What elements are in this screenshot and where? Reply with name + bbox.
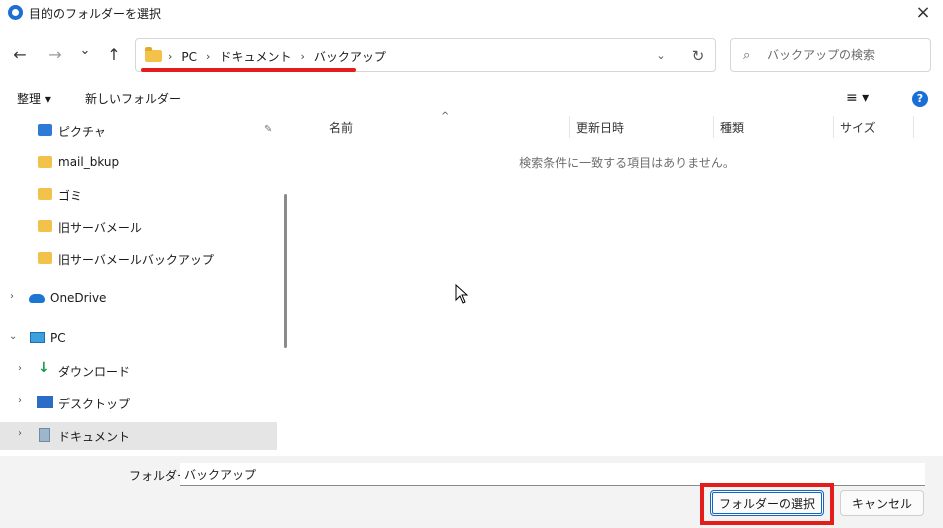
mouse-pointer-icon (455, 284, 469, 304)
column-divider[interactable] (713, 116, 714, 138)
computer-icon (30, 332, 45, 343)
pin-icon[interactable]: ✎ (264, 124, 272, 135)
chevron-down-icon[interactable]: ⌄ (652, 47, 670, 65)
sidebar-item-old-server-mail[interactable]: 旧サーバメール (0, 213, 277, 241)
sidebar-item-label: OneDrive (50, 291, 107, 305)
forward-arrow-icon[interactable]: → (44, 44, 66, 66)
sidebar-item-label: mail_bkup (58, 155, 120, 169)
address-bar[interactable]: › PC › ドキュメント › バックアップ ⌄ ↻ (135, 38, 716, 72)
chevron-right-icon[interactable]: › (18, 395, 22, 406)
back-arrow-icon[interactable]: ← (9, 44, 31, 66)
sidebar-item-mail-bkup[interactable]: mail_bkup (0, 149, 277, 177)
sidebar-item-label: デスクトップ (58, 397, 131, 411)
sidebar-scrollbar[interactable] (284, 194, 287, 348)
sidebar-item-label: ピクチャ (58, 125, 106, 139)
sidebar-item-pc[interactable]: ⌄ PC (0, 325, 277, 353)
navigation-pane: ピクチャ ✎ mail_bkup ゴミ 旧サーバメール 旧サーバメールバックアッ… (0, 114, 293, 456)
breadcrumb: › PC › ドキュメント › バックアップ (168, 48, 386, 65)
folder-icon (145, 47, 162, 62)
up-arrow-icon[interactable]: ↑ (103, 44, 125, 66)
chevron-right-icon[interactable]: › (18, 363, 22, 374)
desktop-icon (37, 396, 53, 408)
navigation-bar: ← → ⌄ ↑ › PC › ドキュメント › バックアップ ⌄ ↻ ⌕ (0, 34, 943, 78)
cancel-button[interactable]: キャンセル (840, 490, 924, 516)
empty-state-message: 検索条件に一致する項目はありません。 (519, 156, 735, 170)
search-input[interactable] (767, 46, 925, 64)
refresh-icon[interactable]: ↻ (688, 46, 708, 66)
window-title: 目的のフォルダーを選択 (29, 7, 162, 21)
breadcrumb-separator: › (206, 50, 211, 63)
breadcrumb-item-backup[interactable]: バックアップ (314, 48, 386, 65)
command-bar: 整理 ▾ 新しいフォルダー ≡ ▾ ? (0, 84, 943, 114)
download-icon: ↓ (38, 360, 50, 376)
breadcrumb-item-pc[interactable]: PC (181, 50, 197, 64)
title-bar: 目的のフォルダーを選択 × (0, 0, 943, 26)
dialog-footer: フォルダー: フォルダーの選択 キャンセル (0, 456, 943, 528)
column-header-size[interactable]: サイズ (840, 119, 876, 136)
sidebar-item-pictures[interactable]: ピクチャ ✎ (0, 117, 277, 145)
sidebar-item-gomi[interactable]: ゴミ (0, 181, 277, 209)
folder-icon (38, 156, 52, 168)
new-folder-button[interactable]: 新しいフォルダー (85, 90, 181, 107)
pictures-icon (38, 124, 52, 136)
folder-icon (38, 220, 52, 232)
sort-ascending-icon: ^ (441, 111, 450, 122)
sidebar-item-label: ドキュメント (58, 430, 131, 444)
app-icon (8, 5, 23, 20)
breadcrumb-separator: › (168, 50, 173, 63)
sidebar-item-old-server-mail-backup[interactable]: 旧サーバメールバックアップ (0, 245, 277, 273)
column-header-modified[interactable]: 更新日時 (576, 119, 624, 136)
search-icon: ⌕ (743, 48, 751, 63)
breadcrumb-separator: › (300, 50, 305, 63)
help-icon[interactable]: ? (912, 91, 928, 107)
column-divider[interactable] (569, 116, 570, 138)
cloud-icon (29, 294, 45, 303)
documents-icon (39, 428, 50, 442)
chevron-right-icon[interactable]: › (10, 291, 14, 302)
sidebar-item-documents[interactable]: › ドキュメント (0, 422, 277, 450)
organize-button[interactable]: 整理 ▾ (17, 90, 51, 107)
column-divider[interactable] (913, 116, 914, 138)
folder-icon (38, 188, 52, 200)
file-list-pane: ^ 名前 更新日時 種類 サイズ 検索条件に一致する項目はありません。 (293, 111, 943, 456)
breadcrumb-item-documents[interactable]: ドキュメント (219, 48, 291, 65)
sidebar-item-downloads[interactable]: › ↓ ダウンロード (0, 357, 277, 385)
search-box[interactable]: ⌕ (730, 38, 931, 72)
column-header-name[interactable]: 名前 (329, 119, 353, 136)
recent-locations-icon[interactable]: ⌄ (74, 40, 96, 62)
sidebar-item-desktop[interactable]: › デスクトップ (0, 389, 277, 417)
sidebar-item-label: ダウンロード (58, 365, 131, 379)
sidebar-item-label: PC (50, 331, 66, 345)
sidebar-item-label: 旧サーバメールバックアップ (58, 253, 214, 267)
folder-icon (38, 252, 52, 264)
chevron-right-icon[interactable]: › (18, 428, 22, 439)
sidebar-item-label: ゴミ (58, 189, 83, 203)
column-divider[interactable] (833, 116, 834, 138)
sidebar-item-label: 旧サーバメール (58, 221, 142, 235)
red-underline-annotation (141, 68, 356, 72)
close-button[interactable]: × (903, 0, 943, 26)
red-highlight-annotation (700, 483, 834, 525)
view-options-icon[interactable]: ≡ ▾ (846, 90, 869, 106)
chevron-down-icon[interactable]: ⌄ (9, 331, 17, 342)
column-header-type[interactable]: 種類 (720, 119, 744, 136)
sidebar-item-onedrive[interactable]: › OneDrive (0, 285, 277, 313)
